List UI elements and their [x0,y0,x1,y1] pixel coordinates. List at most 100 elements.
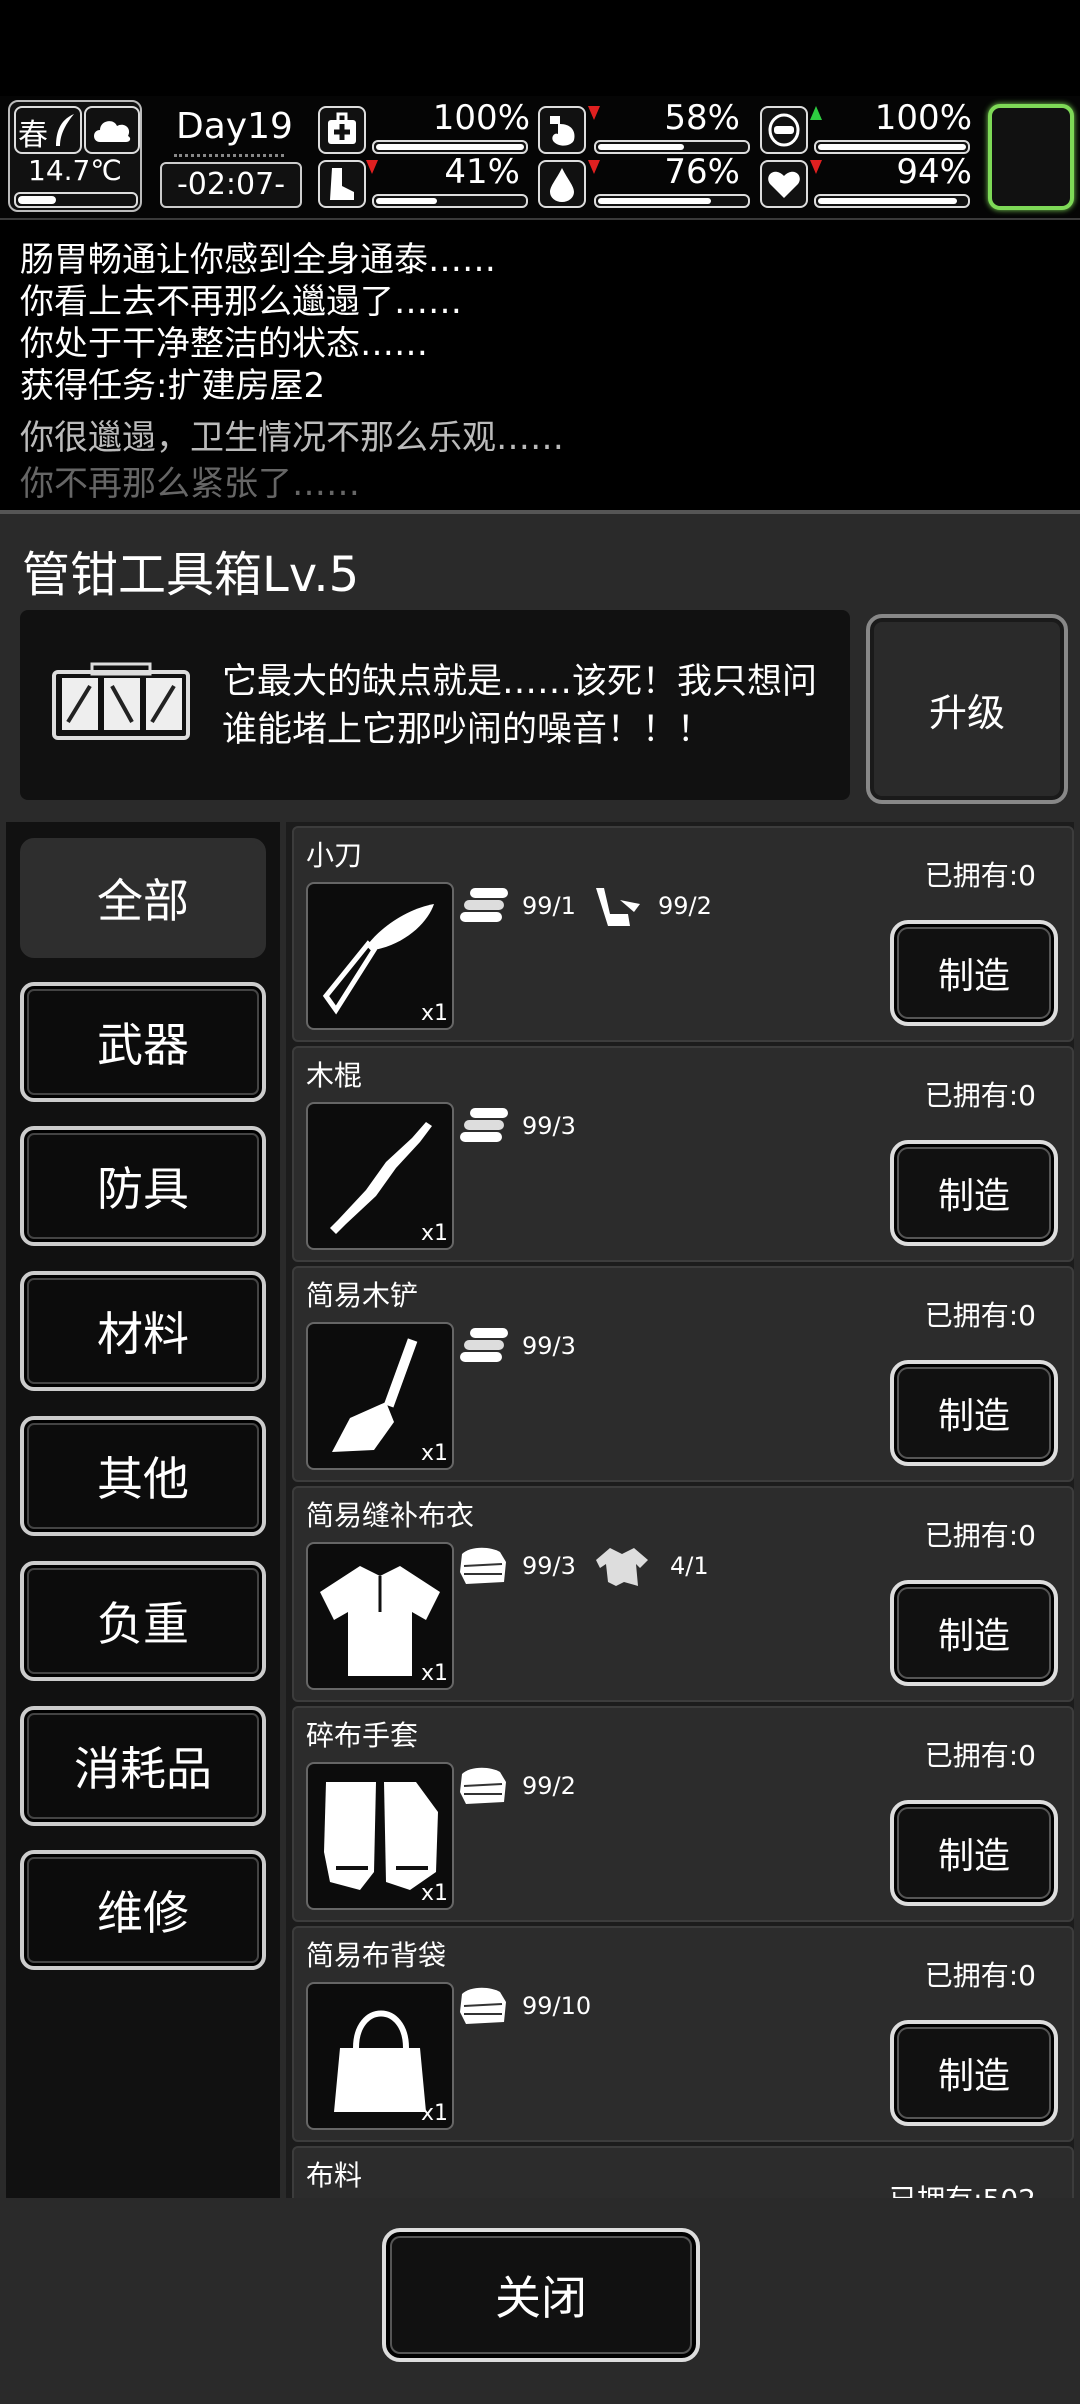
material-count: 99/3 [522,1112,576,1140]
message-log: 肠胃畅通让你感到全身通泰…… 你看上去不再那么邋遢了…… 你处于干净整洁的状态…… [0,220,1080,506]
material-count: 99/10 [522,1992,592,2020]
torn-shirt-icon [596,1548,648,1586]
category-armor[interactable]: 防具 [20,1126,266,1246]
recipe-list[interactable]: 小刀 x1 99/1 99/2 已拥有:0 制造 木棍 x1 99/3 已拥有:… [286,822,1074,2198]
boot-value: 41% [444,152,520,192]
craft-button[interactable]: 制造 [890,920,1058,1026]
close-button[interactable]: 关闭 [382,2228,700,2362]
material-count: 99/3 [522,1552,576,1580]
stomach-icon [538,106,586,154]
heart-value: 94% [896,152,972,192]
health-icon [318,106,366,154]
item-quantity: x1 [420,1441,448,1466]
season-label: 春 [18,118,48,153]
item-thumbnail: x1 [306,882,454,1030]
panel-description: 它最大的缺点就是……该死！我只想问谁能堵上它那吵闹的噪音！！！ [222,662,818,750]
recipe-item: 木棍 x1 99/3 已拥有:0 制造 [292,1046,1074,1262]
wood-logs-icon [460,888,508,922]
water-drop-icon [538,160,586,208]
item-name: 简易缝补布衣 [306,1499,475,1532]
upgrade-button[interactable]: 升级 [866,614,1068,804]
category-carry[interactable]: 负重 [20,1561,266,1681]
toolbox-icon [52,662,190,740]
item-quantity: x1 [420,2101,448,2126]
day-time-panel: Day19 -02:07- [150,100,310,210]
material-count: 4/1 [670,1552,709,1580]
item-thumbnail: x1 [306,1982,454,2130]
craft-button[interactable]: 制造 [890,1140,1058,1246]
owned-count: 已拥有:502 [889,2178,1036,2198]
boot-bar [372,194,528,208]
clock-display: -02:07- [160,162,302,208]
health-value: 100% [432,98,530,138]
water-bar [594,194,750,208]
material-count: 99/1 [522,892,576,920]
item-quantity: x1 [420,1661,448,1686]
material-count: 99/3 [522,1332,576,1360]
craft-button[interactable]: 制造 [890,1580,1058,1686]
heart-trend-down [810,160,822,174]
log-line: 你很邋遢，卫生情况不那么乐观…… [20,418,564,458]
temperature-bar [14,192,138,208]
material-count: 99/2 [658,892,712,920]
item-quantity: x1 [420,1001,448,1026]
mood-value: 100% [874,98,972,138]
season-badge: 春 [14,106,82,154]
boot-icon [318,160,366,208]
wood-logs-icon [460,1108,508,1142]
recipe-item: 简易缝补布衣 x1 99/3 4/1 已拥有:0 制造 [292,1486,1074,1702]
cloth-stack-icon [460,1987,506,2024]
category-consumables[interactable]: 消耗品 [20,1706,266,1826]
cloth-stack-icon [460,1547,506,1584]
category-materials[interactable]: 材料 [20,1271,266,1391]
water-value: 76% [664,152,740,192]
item-name: 简易木铲 [306,1279,419,1312]
time-ticks [174,154,284,161]
category-weapons[interactable]: 武器 [20,982,266,1102]
owned-count: 已拥有:0 [924,1079,1036,1112]
log-line: 获得任务:扩建房屋2 [20,366,326,406]
stomach-value: 58% [664,98,740,138]
recipe-item: 碎布手套 x1 99/2 已拥有:0 制造 [292,1706,1074,1922]
quick-slot[interactable] [988,104,1074,210]
log-line: 你不再那么紧张了…… [20,464,360,504]
day-label: Day19 [176,106,293,147]
category-sidebar: 全部 武器 防具 材料 其他 负重 消耗品 维修 [6,822,280,2198]
owned-count: 已拥有:0 [924,859,1036,892]
cloth-stack-icon [460,1767,506,1804]
item-thumbnail: x1 [306,1322,454,1470]
item-name: 布料 [306,2159,363,2192]
owned-count: 已拥有:0 [924,1299,1036,1332]
item-name: 小刀 [306,839,363,872]
panel-title: 管钳工具箱Lv.5 [22,547,360,603]
cloud-icon [84,106,140,154]
recipe-item: 简易布背袋 x1 99/10 已拥有:0 制造 [292,1926,1074,2142]
category-repair[interactable]: 维修 [20,1850,266,1970]
status-bar: 春 14.7℃ Day19 -02:07- 100% 58% 100% 41% [0,96,1080,220]
item-thumbnail: x1 [306,1102,454,1250]
feather-icon [56,114,74,146]
craft-button[interactable]: 制造 [890,1360,1058,1466]
recipe-item: 简易木铲 x1 99/3 已拥有:0 制造 [292,1266,1074,1482]
heart-icon [760,160,808,208]
heart-bar [814,194,970,208]
category-other[interactable]: 其他 [20,1416,266,1536]
item-name: 碎布手套 [306,1719,419,1752]
recipe-item: 小刀 x1 99/1 99/2 已拥有:0 制造 [292,826,1074,1042]
weather-panel: 春 14.7℃ [8,100,142,212]
owned-count: 已拥有:0 [924,1739,1036,1772]
item-name: 木棍 [306,1059,363,1092]
item-name: 简易布背袋 [306,1939,447,1972]
item-quantity: x1 [420,1221,448,1246]
owned-count: 已拥有:0 [924,1519,1036,1552]
craft-button[interactable]: 制造 [890,2020,1058,2126]
item-thumbnail: x1 [306,1542,454,1690]
recipe-item: 布料 已拥有:502 [292,2146,1074,2198]
category-all[interactable]: 全部 [20,838,266,958]
material-count: 99/2 [522,1772,576,1800]
mood-icon [760,106,808,154]
mood-trend-up [810,106,822,120]
scrap-cloth-icon [596,888,640,926]
craft-button[interactable]: 制造 [890,1800,1058,1906]
item-thumbnail: x1 [306,1762,454,1910]
